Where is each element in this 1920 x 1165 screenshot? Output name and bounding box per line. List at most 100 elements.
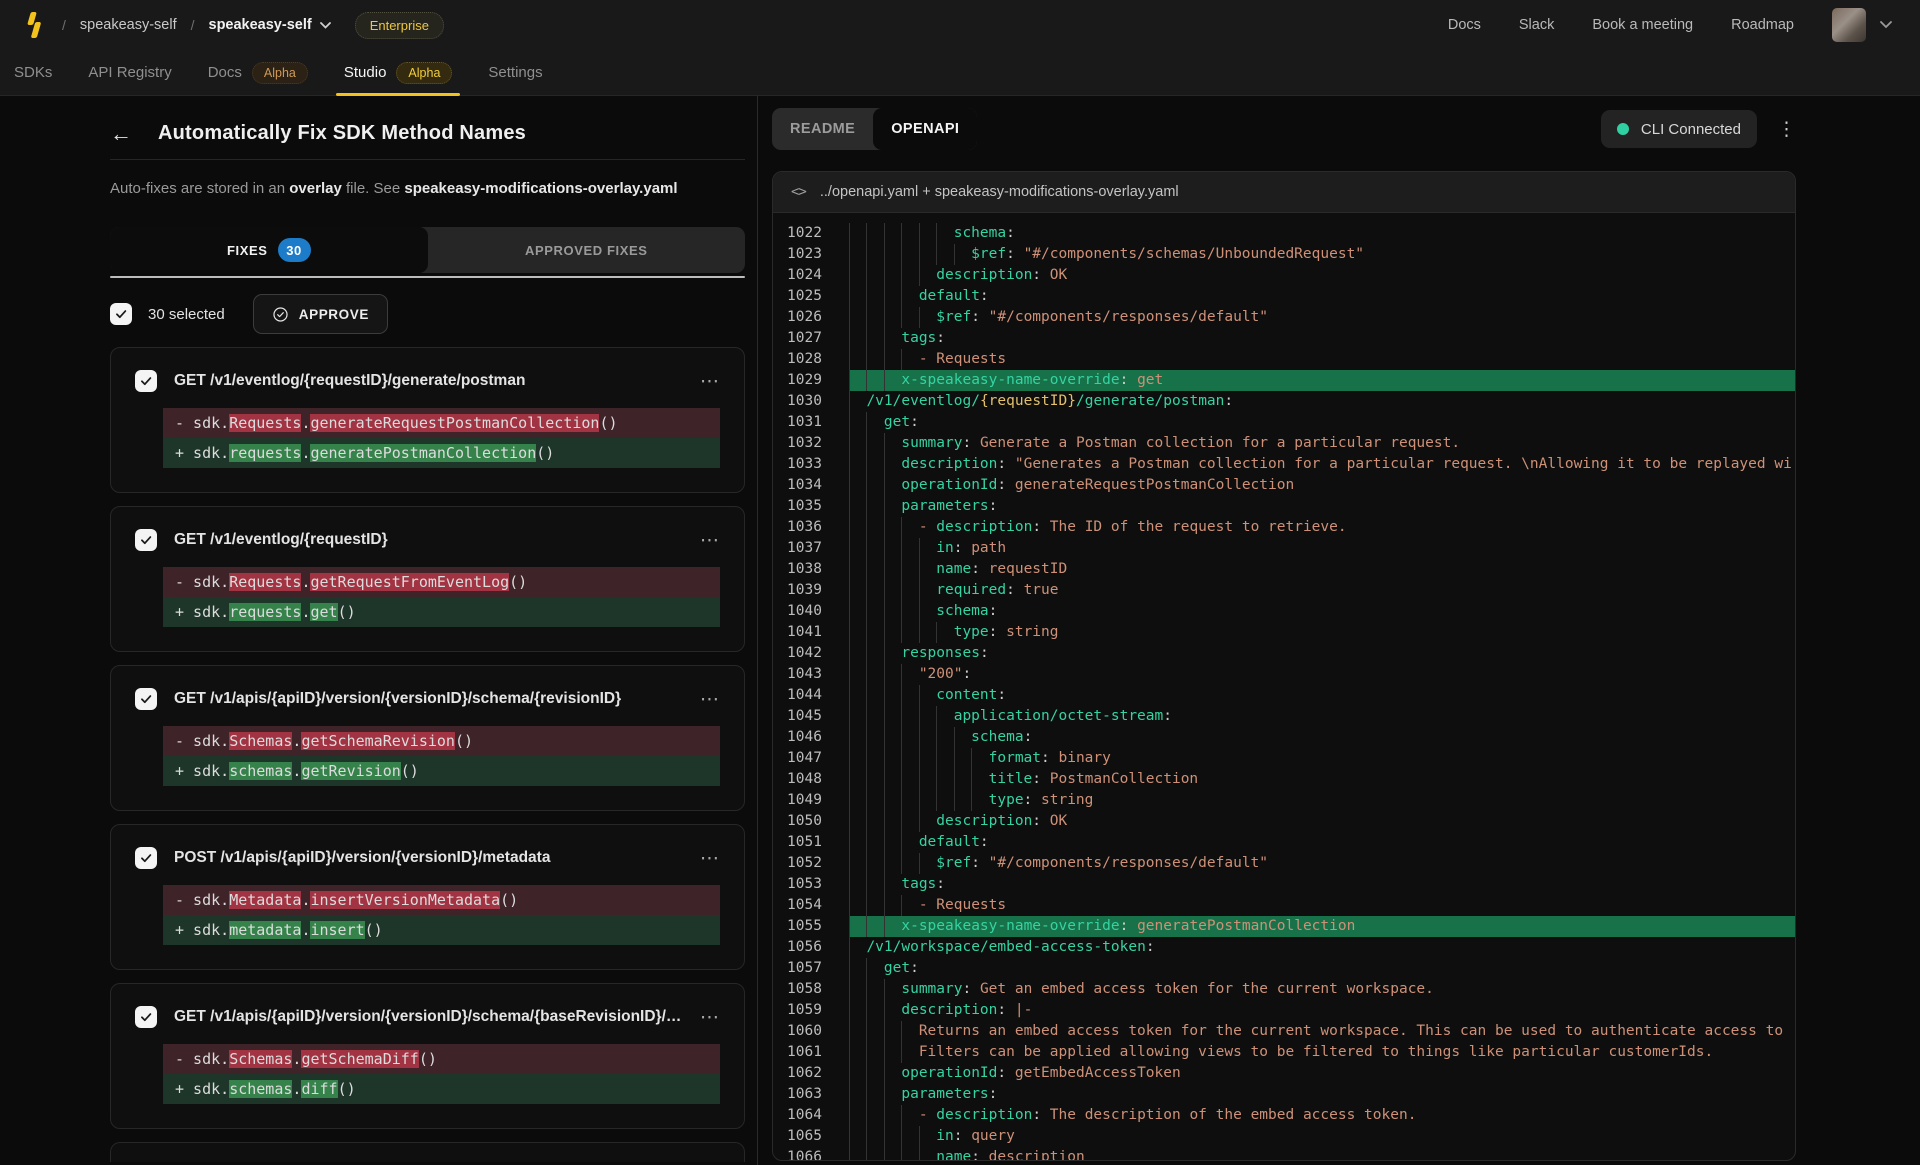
- top-link-docs[interactable]: Docs: [1448, 17, 1481, 33]
- indent-guide: [866, 1063, 883, 1084]
- nav-tab-label: Studio: [344, 64, 387, 81]
- indent-guide: [936, 244, 953, 265]
- fix-card: GET /v1/eventlog/{requestID}/generate/po…: [110, 347, 745, 493]
- fix-menu-button[interactable]: ⋯: [700, 531, 720, 550]
- nav-tab-docs[interactable]: DocsAlpha: [208, 50, 308, 95]
- indent-guide: [866, 580, 883, 601]
- line-number: 1033: [787, 454, 849, 475]
- code-line-content: tags:: [849, 874, 1795, 895]
- indent-guide: [849, 895, 866, 916]
- cli-status-label: CLI Connected: [1641, 121, 1741, 138]
- indent-guide: [884, 643, 901, 664]
- indent-guide: [866, 1147, 883, 1161]
- indent-guide: [849, 1063, 866, 1084]
- indent-guide: [849, 916, 866, 937]
- account-chevron-down-icon[interactable]: [1880, 21, 1892, 29]
- description-segment: overlay: [289, 180, 342, 197]
- workspace-switcher[interactable]: speakeasy-self: [209, 17, 331, 33]
- diff-removed-line: - sdk.Schemas.getSchemaDiff(): [163, 1044, 720, 1074]
- code-file-header: <> ../openapi.yaml + speakeasy-modificat…: [773, 172, 1795, 213]
- main-nav: SDKs API Registry DocsAlpha StudioAlpha Sett…: [0, 50, 1920, 96]
- code-line-content: description: OK: [849, 265, 1795, 286]
- check-icon: [139, 374, 153, 388]
- indent-guide: [901, 349, 918, 370]
- indent-guide: [849, 769, 866, 790]
- chevron-down-icon: [320, 22, 331, 29]
- breadcrumb-org[interactable]: speakeasy-self: [80, 17, 177, 33]
- indent-guide: [971, 790, 988, 811]
- top-link-slack[interactable]: Slack: [1519, 17, 1554, 33]
- tab-fixes[interactable]: FIXES 30: [110, 227, 428, 273]
- line-number: 1053: [787, 874, 849, 895]
- indent-guide: [901, 853, 918, 874]
- code-line: 1064- description: The description of th…: [787, 1105, 1795, 1126]
- fix-card-header: POST /v1/apis/{apiID}/version/{versionID…: [135, 847, 720, 869]
- indent-guide: [849, 790, 866, 811]
- indent-guide: [884, 517, 901, 538]
- indent-guide: [901, 265, 918, 286]
- line-number: 1046: [787, 727, 849, 748]
- indent-guide: [901, 832, 918, 853]
- tab-approved-fixes[interactable]: APPROVED FIXES: [428, 227, 746, 273]
- code-line-content: type: string: [849, 622, 1795, 643]
- code-editor[interactable]: 1022schema:1023$ref: "#/components/schem…: [773, 213, 1795, 1161]
- indent-guide: [866, 685, 883, 706]
- indent-guide: [884, 853, 901, 874]
- indent-guide: [849, 643, 866, 664]
- nav-tab-api-registry[interactable]: API Registry: [88, 50, 171, 95]
- fix-menu-button[interactable]: ⋯: [700, 690, 720, 709]
- code-line: 1052$ref: "#/components/responses/defaul…: [787, 853, 1795, 874]
- line-number: 1027: [787, 328, 849, 349]
- avatar[interactable]: [1832, 8, 1866, 42]
- fix-checkbox[interactable]: [135, 370, 157, 392]
- indent-guide: [866, 265, 883, 286]
- tab-openapi[interactable]: OPENAPI: [873, 108, 977, 150]
- status-dot-icon: [1617, 123, 1629, 135]
- code-line: 1054- Requests: [787, 895, 1795, 916]
- code-line-content: operationId: getEmbedAccessToken: [849, 1063, 1795, 1084]
- fix-checkbox[interactable]: [135, 529, 157, 551]
- diff-removed-line: - sdk.Requests.getRequestFromEventLog(): [163, 567, 720, 597]
- indent-guide: [866, 958, 883, 979]
- indent-guide: [919, 538, 936, 559]
- select-all-checkbox[interactable]: [110, 303, 132, 325]
- speakeasy-logo-icon[interactable]: [20, 9, 48, 41]
- line-number: 1044: [787, 685, 849, 706]
- indent-guide: [884, 832, 901, 853]
- code-line: 1025default:: [787, 286, 1795, 307]
- indent-guide: [866, 769, 883, 790]
- indent-guide: [849, 1147, 866, 1161]
- fix-checkbox[interactable]: [135, 1006, 157, 1028]
- indent-guide: [884, 706, 901, 727]
- top-link-book-a-meeting[interactable]: Book a meeting: [1592, 17, 1693, 33]
- diff-added-line: + sdk.requests.generatePostmanCollection…: [163, 438, 720, 468]
- nav-tab-label: Docs: [208, 64, 242, 81]
- indent-guide: [884, 748, 901, 769]
- nav-tab-settings[interactable]: Settings: [488, 50, 542, 95]
- code-line-content: /v1/eventlog/{requestID}/generate/postma…: [849, 391, 1795, 412]
- tab-readme[interactable]: README: [772, 108, 873, 150]
- indent-guide: [884, 1042, 901, 1063]
- fix-menu-button[interactable]: ⋯: [700, 1008, 720, 1027]
- code-line: 1032summary: Generate a Postman collecti…: [787, 433, 1795, 454]
- speakeasy-studio-page: / speakeasy-self / speakeasy-self Enterp…: [0, 0, 1920, 1165]
- approve-button-label: APPROVE: [299, 307, 369, 322]
- back-button[interactable]: ←: [110, 123, 132, 145]
- indent-guide: [866, 895, 883, 916]
- fix-checkbox[interactable]: [135, 847, 157, 869]
- indent-guide: [884, 1105, 901, 1126]
- nav-tab-studio[interactable]: StudioAlpha: [344, 50, 453, 95]
- indent-guide: [901, 286, 918, 307]
- fix-menu-button[interactable]: ⋯: [700, 372, 720, 391]
- approve-button[interactable]: APPROVE: [253, 294, 388, 334]
- panel-menu-button[interactable]: ⋮: [1777, 120, 1796, 139]
- top-link-roadmap[interactable]: Roadmap: [1731, 17, 1794, 33]
- fix-menu-button[interactable]: ⋯: [700, 849, 720, 868]
- panel-actions: CLI Connected ⋮: [1601, 110, 1796, 148]
- indent-guide: [936, 223, 953, 244]
- nav-tab-sdks[interactable]: SDKs: [14, 50, 52, 95]
- indent-guide: [901, 685, 918, 706]
- fix-checkbox[interactable]: [135, 688, 157, 710]
- line-number: 1036: [787, 517, 849, 538]
- code-line: 1030/v1/eventlog/{requestID}/generate/po…: [787, 391, 1795, 412]
